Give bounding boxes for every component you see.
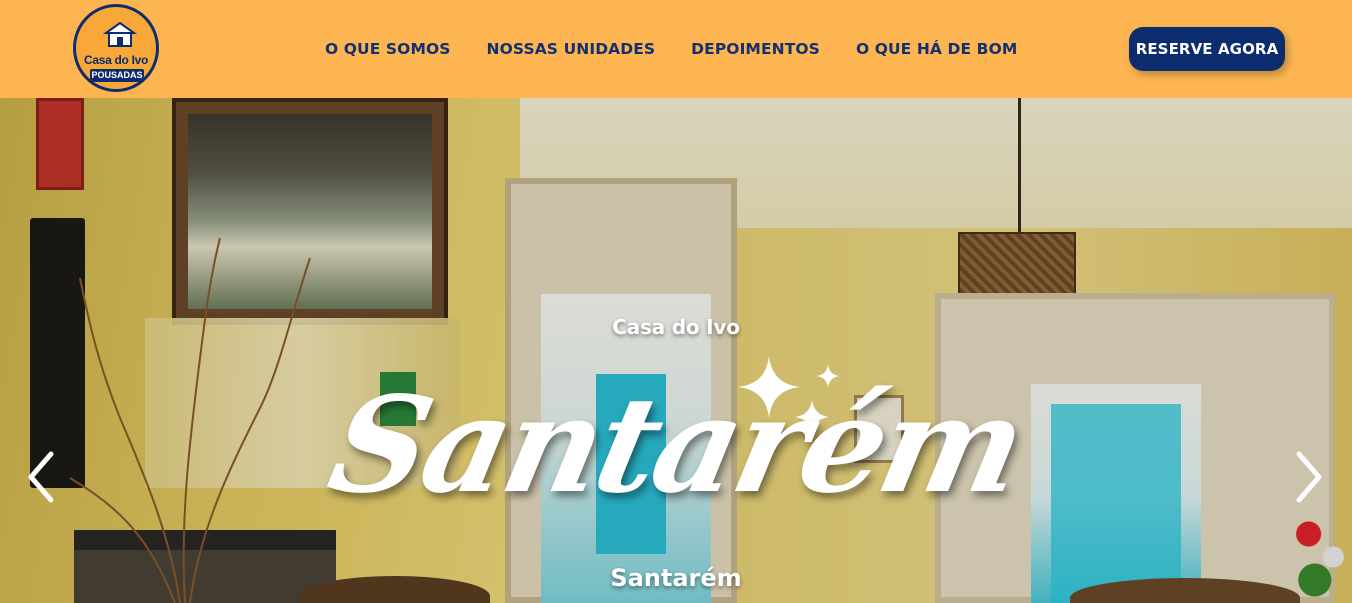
hero-eyebrow: Casa do Ivo — [612, 315, 740, 339]
nav-link-o-que-ha-de-bom[interactable]: O QUE HÁ DE BOM — [856, 40, 1017, 58]
hero-slider: Casa do Ivo Santarém Santarém — [0, 98, 1352, 603]
nav-link-o-que-somos[interactable]: O QUE SOMOS — [325, 40, 451, 58]
house-icon — [103, 21, 137, 47]
chevron-right-icon[interactable] — [1294, 450, 1324, 504]
logo-wordmark: Casa do Ivo — [83, 53, 149, 67]
hero-script-title: Santarém — [317, 368, 1035, 523]
hero-overlay — [0, 98, 1352, 603]
main-nav: O QUE SOMOS NOSSAS UNIDADES DEPOIMENTOS … — [325, 0, 1053, 98]
site-header: Casa do Ivo POUSADAS O QUE SOMOS NOSSAS … — [0, 0, 1352, 98]
chevron-left-icon[interactable] — [26, 450, 56, 504]
nav-link-nossas-unidades[interactable]: NOSSAS UNIDADES — [487, 40, 656, 58]
hero-subtitle: Santarém — [610, 564, 742, 592]
nav-link-depoimentos[interactable]: DEPOIMENTOS — [691, 40, 820, 58]
reserve-now-button[interactable]: RESERVE AGORA — [1129, 27, 1285, 71]
logo-subtitle: POUSADAS — [90, 69, 144, 82]
logo[interactable]: Casa do Ivo POUSADAS — [73, 4, 159, 92]
